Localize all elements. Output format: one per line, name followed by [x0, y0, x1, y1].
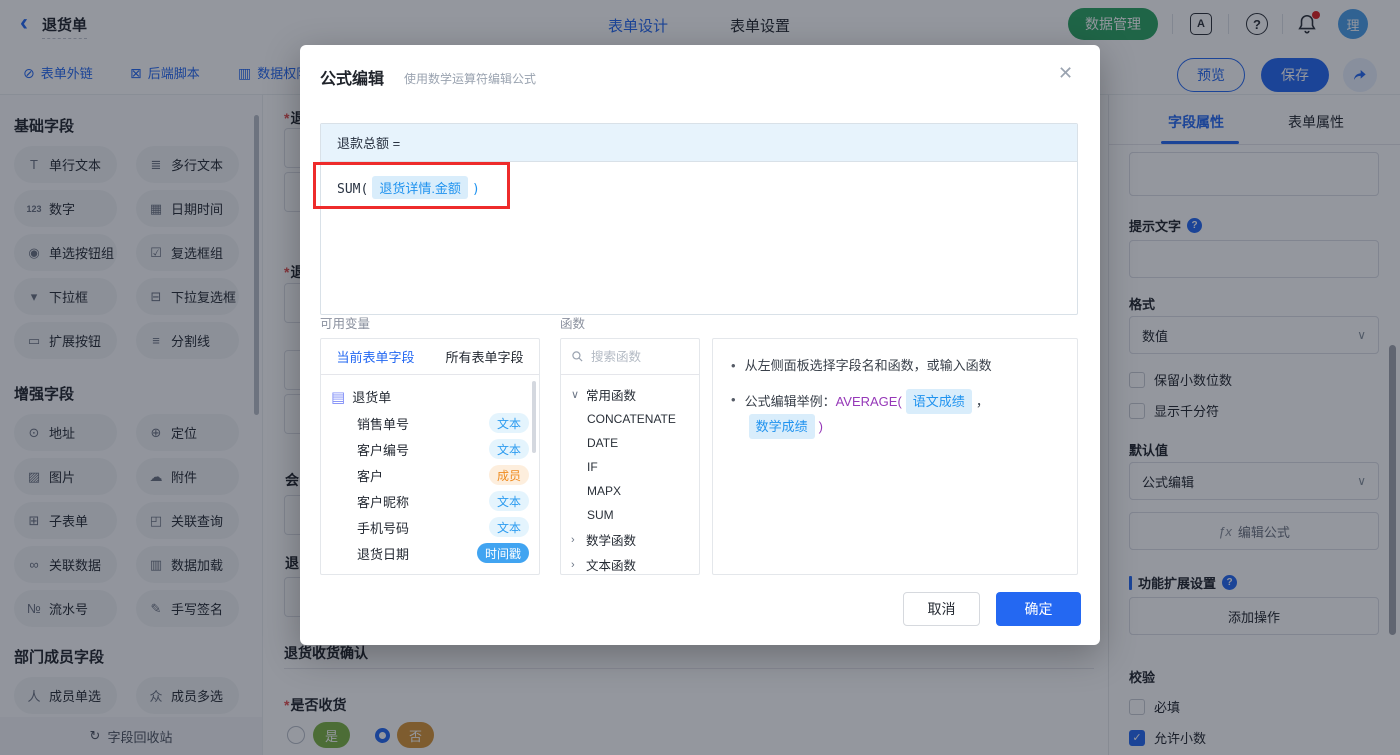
formula-function: SUM(: [337, 182, 369, 197]
formula-edit-dialog: 公式编辑 使用数学运算符编辑公式 ✕ 退款总额 = SUM(退货详情.金额) 可…: [300, 45, 1100, 645]
type-badge: 文本: [488, 517, 529, 537]
group-label: 常用函数: [586, 389, 637, 403]
example-token-2: 数学成绩: [748, 414, 815, 439]
chevron-right-icon: ›: [571, 533, 575, 546]
type-badge: 时间戳: [476, 543, 529, 563]
cancel-button[interactable]: 取消: [903, 592, 980, 626]
function-item[interactable]: MAPX: [571, 479, 695, 503]
tip-comma: ，: [975, 394, 989, 409]
tab-current-form-fields[interactable]: 当前表单字段: [321, 347, 430, 366]
function-item[interactable]: IF: [571, 455, 695, 479]
app-window: ‹ 退货单 表单设计 表单设置 数据管理 A ? 理 ⊘ 表单外链 ⊠ 后端脚本…: [0, 0, 1400, 755]
group-label: 数学函数: [586, 534, 637, 548]
variables-panel: 当前表单字段 所有表单字段 ▤ 退货单 销售单号 文本 客户编号 文本 客户 成员 客…: [320, 338, 540, 575]
confirm-button[interactable]: 确定: [996, 592, 1081, 626]
tips-panel: 从左侧面板选择字段名和函数，或输入函数 公式编辑举例：AVERAGE(语文成绩，…: [712, 338, 1078, 575]
function-search-input[interactable]: [591, 349, 683, 364]
function-group-math[interactable]: › 数学函数: [571, 527, 695, 552]
functions-panel: ∨ 常用函数 CONCATENATE DATE IF MAPX SUM › 数学…: [560, 338, 700, 575]
example-close-paren: ): [818, 419, 823, 434]
tip-prefix: 公式编辑举例：: [744, 394, 836, 409]
dialog-title: 公式编辑: [320, 71, 385, 88]
chevron-right-icon: ›: [571, 558, 575, 571]
function-item[interactable]: CONCATENATE: [571, 407, 695, 431]
variables-scrollbar-thumb[interactable]: [532, 381, 536, 453]
function-search[interactable]: [561, 339, 699, 375]
formula-input-area[interactable]: SUM(退货详情.金额): [321, 162, 1077, 213]
type-badge: 文本: [488, 439, 529, 459]
function-group-common[interactable]: ∨ 常用函数: [571, 382, 695, 407]
variables-tabs: 当前表单字段 所有表单字段: [321, 339, 539, 375]
functions-label: 函数: [560, 317, 586, 331]
formula-target: 退款总额 =: [321, 124, 1077, 162]
variable-row[interactable]: 客户编号 文本: [331, 436, 529, 462]
variable-row[interactable]: 客户昵称 文本: [331, 488, 529, 514]
variable-row[interactable]: 手机号码 文本: [331, 514, 529, 540]
variables-label: 可用变量: [320, 317, 371, 331]
dialog-subtitle: 使用数学运算符编辑公式: [404, 72, 537, 86]
example-token-1: 语文成绩: [905, 389, 972, 414]
group-label: 文本函数: [586, 559, 637, 573]
form-doc-icon: ▤: [331, 388, 346, 406]
search-icon: [572, 351, 583, 362]
functions-scrollbar-thumb[interactable]: [699, 379, 700, 507]
type-badge: 文本: [488, 491, 529, 511]
form-name: 退货单: [352, 390, 392, 405]
variables-list: ▤ 退货单 销售单号 文本 客户编号 文本 客户 成员 客户昵称 文本 手机号码 文本 退…: [321, 375, 539, 566]
formula-field-token[interactable]: 退货详情.金额: [372, 176, 468, 199]
variable-row[interactable]: 客户 成员: [331, 462, 529, 488]
function-group-text[interactable]: › 文本函数: [571, 552, 695, 574]
variables-root-form[interactable]: ▤ 退货单: [331, 383, 529, 410]
chevron-down-icon: ∨: [571, 389, 580, 401]
variable-row[interactable]: 退货日期 时间戳: [331, 540, 529, 566]
function-item[interactable]: DATE: [571, 431, 695, 455]
tip-line-2: 公式编辑举例：AVERAGE(语文成绩， 数学成绩): [731, 389, 1059, 439]
formula-editor: 退款总额 = SUM(退货详情.金额): [320, 123, 1078, 315]
type-badge: 文本: [488, 413, 529, 433]
tab-all-form-fields[interactable]: 所有表单字段: [430, 347, 539, 366]
close-icon[interactable]: ✕: [1058, 63, 1073, 84]
type-badge: 成员: [488, 465, 529, 485]
tip-line-1: 从左侧面板选择字段名和函数，或输入函数: [731, 355, 1059, 376]
variable-row[interactable]: 销售单号 文本: [331, 410, 529, 436]
formula-close-paren: ): [471, 182, 480, 197]
example-function: AVERAGE(: [835, 394, 902, 409]
function-tree: ∨ 常用函数 CONCATENATE DATE IF MAPX SUM › 数学…: [561, 375, 699, 574]
function-item[interactable]: SUM: [571, 503, 695, 527]
